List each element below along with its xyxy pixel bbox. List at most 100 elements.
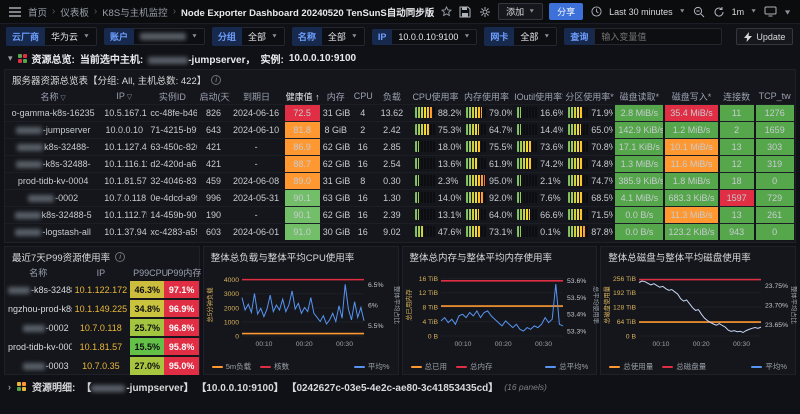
cell-ip: 10.1.81.57 xyxy=(101,172,147,189)
legend-item[interactable]: 核数 xyxy=(260,361,289,372)
cell-cpu[interactable]: 16 xyxy=(352,206,374,223)
cell-cpu[interactable]: 2 xyxy=(352,121,374,138)
var-account[interactable]: 账户 ▼ xyxy=(104,28,205,45)
col-header-6[interactable]: 内存 xyxy=(320,89,352,104)
svg-text:总磁盘使用量: 总磁盘使用量 xyxy=(602,285,611,323)
refresh-interval-picker[interactable]: 1m ▼ xyxy=(732,7,757,17)
table-row: ngzhou-prod-k8s-110.1.149.22534.8%96.9% xyxy=(5,299,199,318)
query-input[interactable] xyxy=(594,28,722,45)
cell-cpu[interactable]: 16 xyxy=(352,138,374,155)
cell-cpu[interactable]: 16 xyxy=(352,155,374,172)
legend-item[interactable]: 5m负载 xyxy=(212,361,251,372)
legend-item[interactable]: 平均% xyxy=(354,361,390,372)
server-table-title[interactable]: 服务器资源总览表【分组: All, 主机总数: 422】 i xyxy=(5,70,795,89)
col-header-7[interactable]: CPU xyxy=(352,89,374,104)
cell-ip: 10.1.149.225 xyxy=(72,299,131,318)
svg-text:00:20: 00:20 xyxy=(693,341,710,348)
cell-cpu[interactable]: 4 xyxy=(352,104,374,121)
refresh-interval-label: 1m xyxy=(732,7,745,17)
var-cloud-provider[interactable]: 云厂商 华为云▼ xyxy=(6,27,97,46)
cell-ip: 10.0.0.10 xyxy=(101,121,147,138)
breadcrumb-dashboards[interactable]: 仪表板 xyxy=(60,5,89,19)
cell-download: 5.22 MiB xyxy=(795,172,796,189)
cell-memory[interactable]: 31 GiB xyxy=(320,104,352,121)
p99-col-header-1[interactable]: IP xyxy=(72,266,131,280)
cell-memory[interactable]: 62 GiB xyxy=(320,155,352,172)
col-header-5[interactable]: 健康值 ↑ xyxy=(284,89,320,104)
legend-item[interactable]: 总磁盘量 xyxy=(662,361,706,372)
cell-cpu[interactable]: 8 xyxy=(352,172,374,189)
update-button[interactable]: Update xyxy=(736,28,793,45)
p99-col-header-0[interactable]: 名称 xyxy=(5,266,72,280)
p99-title[interactable]: 最近7天P99资源使用率 i xyxy=(5,247,199,266)
row-expand-icon: › xyxy=(8,382,11,392)
breadcrumb-folder[interactable]: K8S与主机监控 xyxy=(102,5,167,19)
save-icon[interactable] xyxy=(458,5,472,19)
col-header-8[interactable]: 负载 xyxy=(374,89,410,104)
detail-row-header[interactable]: › 资源明细: 【-jumpserver】 【10.0.0.10:9100】 【… xyxy=(0,375,800,398)
cell-io-usage: 2.1% xyxy=(512,172,563,189)
cell-mem-usage: 64.7% xyxy=(461,121,512,138)
col-header-13[interactable]: 磁盘读取* xyxy=(614,89,664,104)
refresh-icon[interactable] xyxy=(712,5,726,19)
cell-memory[interactable]: 8 GiB xyxy=(320,121,352,138)
p99-col-header-2[interactable]: P99CPU xyxy=(130,266,164,280)
legend-item[interactable]: 总内存 xyxy=(456,361,493,372)
star-icon[interactable] xyxy=(439,5,452,19)
col-header-15[interactable]: 连接数 xyxy=(719,89,755,104)
time-range-picker[interactable]: Last 30 minutes ▼ xyxy=(589,5,685,19)
kiosk-monitor-icon[interactable] xyxy=(763,5,777,19)
cell-memory[interactable]: 31 GiB xyxy=(320,172,352,189)
col-header-3[interactable]: 启动(天) xyxy=(197,89,229,104)
cell-cpu[interactable]: 16 xyxy=(352,223,374,240)
cell-name: prod-tidb-kv-0004 xyxy=(5,172,101,189)
cell-memory[interactable]: 30 GiB xyxy=(320,223,352,240)
col-header-16[interactable]: TCP_tw xyxy=(755,89,795,104)
legend-item[interactable]: 总使用量 xyxy=(609,361,653,372)
cell-cpu[interactable]: 16 xyxy=(352,189,374,206)
table-row: -000310.7.0.3527.0%95.0% xyxy=(5,356,199,375)
chart-title[interactable]: 整体总内存与整体平均内存使用率 xyxy=(403,247,597,266)
col-header-12[interactable]: 分区使用率* xyxy=(563,89,614,104)
p99-col-header-3[interactable]: P99内存 xyxy=(164,266,198,280)
var-name[interactable]: 名称 全部▼ xyxy=(292,27,365,46)
cell-due: 2024-05-31 xyxy=(230,189,284,206)
cell-connections: 943 xyxy=(719,223,755,240)
add-button[interactable]: 添加▼ xyxy=(498,3,543,20)
cell-part-usage: 71.5% xyxy=(563,206,614,223)
collapse-topbar-icon[interactable]: ▼ xyxy=(783,8,792,16)
col-header-11[interactable]: IOutil使用率* xyxy=(512,89,563,104)
menu-icon[interactable] xyxy=(8,5,22,19)
var-ip[interactable]: IP 10.0.0.10:9100▼ xyxy=(372,29,478,45)
overview-row-header[interactable]: ▾ 资源总览: 当前选中主机: -jumpserver， 实例: 10.0.0.… xyxy=(0,48,800,67)
overview-instance: 10.0.0.10:9100 xyxy=(289,53,356,64)
breadcrumb-dashboard-title[interactable]: Node Exporter Dashboard 20240520 TenSunS… xyxy=(181,5,434,19)
legend-item[interactable]: 总平均% xyxy=(545,361,588,372)
chart-title[interactable]: 整体总负载与整体平均CPU使用率 xyxy=(204,247,398,266)
breadcrumb-home[interactable]: 首页 xyxy=(28,5,47,19)
col-header-9[interactable]: CPU使用率 xyxy=(410,89,461,104)
col-header-1[interactable]: IP ▽ xyxy=(101,89,147,104)
cell-memory[interactable]: 62 GiB xyxy=(320,138,352,155)
cell-memory[interactable]: 63 GiB xyxy=(320,189,352,206)
col-header-4[interactable]: 到期日 xyxy=(230,89,284,104)
var-group[interactable]: 分组 全部▼ xyxy=(212,27,285,46)
cell-memory[interactable]: 62 GiB xyxy=(320,206,352,223)
col-header-17[interactable]: 下载带宽 xyxy=(795,89,796,104)
legend-item[interactable]: 平均% xyxy=(751,361,787,372)
col-header-14[interactable]: 磁盘写入* xyxy=(664,89,718,104)
svg-text:23.75%: 23.75% xyxy=(765,283,788,290)
col-header-10[interactable]: 内存使用率 xyxy=(461,89,512,104)
cell-disk-write: 10.1 MiB/s xyxy=(664,138,718,155)
cell-download: 7.85 MiB xyxy=(795,206,796,223)
col-header-2[interactable]: 实例ID xyxy=(147,89,197,104)
var-nic[interactable]: 网卡 全部▼ xyxy=(484,27,557,46)
cell-name: ngzhou-prod-k8s-1 xyxy=(5,299,72,318)
zoom-out-icon[interactable] xyxy=(692,5,706,19)
col-header-0[interactable]: 名称 ▽ xyxy=(5,89,101,104)
settings-gear-icon[interactable] xyxy=(478,5,492,19)
share-button[interactable]: 分享 xyxy=(549,3,583,20)
chart-title[interactable]: 整体总磁盘与整体平均磁盘使用率 xyxy=(601,247,795,266)
legend-item[interactable]: 总已用 xyxy=(411,361,448,372)
overview-row-title: 资源总览: xyxy=(32,51,75,66)
